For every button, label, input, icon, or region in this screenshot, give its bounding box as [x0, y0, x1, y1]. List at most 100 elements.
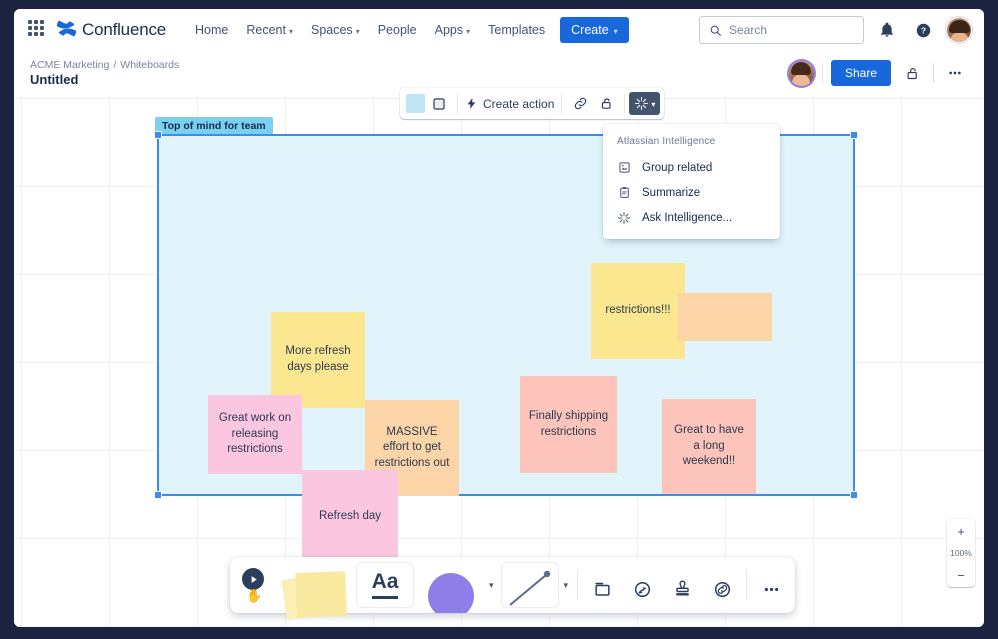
- resize-handle-bottom-left[interactable]: [154, 491, 162, 499]
- link-tool[interactable]: [702, 557, 742, 613]
- sticky-note[interactable]: [678, 293, 772, 341]
- confluence-logo[interactable]: Confluence: [57, 19, 166, 42]
- divider: [624, 94, 625, 114]
- square-shape-icon[interactable]: [427, 92, 451, 115]
- nav-link-templates[interactable]: Templates: [479, 17, 554, 43]
- group-related-icon: [617, 161, 631, 174]
- unlock-icon[interactable]: [594, 92, 618, 115]
- nav-link-apps[interactable]: Apps ▾: [426, 17, 480, 43]
- line-tool[interactable]: [501, 562, 559, 608]
- breadcrumb-separator: /: [113, 59, 116, 71]
- sticky-note-front-icon: [295, 571, 347, 618]
- browser-window: Confluence Home Recent ▾ Spaces ▾ People…: [14, 9, 984, 627]
- chevron-down-icon: ▾: [466, 27, 470, 36]
- sticky-note-text: Great to have a long weekend!!: [670, 423, 748, 470]
- search-icon: [709, 24, 722, 37]
- breadcrumb-section[interactable]: Whiteboards: [120, 59, 179, 71]
- nav-link-recent[interactable]: Recent ▾: [237, 17, 302, 43]
- sticky-note[interactable]: Great to have a long weekend!!: [662, 399, 756, 494]
- nav-link-spaces[interactable]: Spaces ▾: [302, 17, 369, 43]
- menu-item-summarize[interactable]: Summarize: [603, 180, 780, 205]
- nav-label: People: [378, 23, 417, 37]
- question-circle-icon[interactable]: ?: [910, 17, 936, 43]
- atlassian-intelligence-menu: Atlassian Intelligence Group related: [603, 124, 780, 239]
- resize-handle-top-left[interactable]: [154, 131, 162, 139]
- select-hand-tool[interactable]: ✋: [234, 557, 280, 613]
- zoom-in-button[interactable]: +: [947, 519, 975, 543]
- create-label: Create: [571, 23, 609, 37]
- nav-label: Templates: [488, 23, 545, 37]
- chevron-down-icon: ▾: [289, 27, 293, 36]
- line-tool-chevron-down-icon[interactable]: ▾: [559, 580, 574, 591]
- sticky-note[interactable]: Great work on releasing restrictions: [208, 395, 302, 474]
- shape-tool-chevron-down-icon[interactable]: ▾: [484, 580, 499, 591]
- selection-context-toolbar: Create action: [400, 88, 664, 119]
- search-placeholder: Search: [729, 23, 767, 37]
- nav-label: Recent: [246, 23, 286, 37]
- link-circle-icon: [702, 565, 742, 613]
- breadcrumb-space[interactable]: ACME Marketing: [30, 59, 109, 71]
- user-avatar[interactable]: [946, 17, 972, 43]
- atlassian-intelligence-button[interactable]: ▾: [629, 92, 660, 115]
- unlock-icon[interactable]: [899, 60, 925, 86]
- divider: [822, 63, 823, 83]
- more-tools-button[interactable]: [751, 557, 791, 613]
- chevron-down-icon: ▾: [651, 100, 655, 109]
- create-action-label: Create action: [483, 97, 554, 111]
- nav-link-people[interactable]: People: [369, 17, 426, 43]
- nav-link-home[interactable]: Home: [186, 17, 237, 43]
- breadcrumb: ACME Marketing / Whiteboards Untitled: [30, 59, 179, 87]
- grid-apps-icon[interactable]: [28, 20, 48, 40]
- menu-item-label: Group related: [642, 162, 712, 174]
- sparkle-icon: [617, 211, 631, 225]
- page-title[interactable]: Untitled: [30, 72, 179, 87]
- menu-item-group-related[interactable]: Group related: [603, 155, 780, 180]
- whiteboard-canvas[interactable]: Top of mind for team More refresh days p…: [14, 95, 984, 627]
- stamp-icon: [662, 565, 702, 613]
- nav-label: Apps: [435, 23, 464, 37]
- stamp-tool[interactable]: [662, 557, 702, 613]
- sticker-tool[interactable]: [622, 557, 662, 613]
- sticky-note[interactable]: More refresh days please: [271, 312, 365, 408]
- share-button[interactable]: Share: [831, 60, 891, 86]
- text-tool[interactable]: Aa: [356, 562, 414, 608]
- menu-heading: Atlassian Intelligence: [603, 132, 780, 155]
- sticky-note-text: MASSIVE effort to get restrictions out: [373, 425, 451, 472]
- svg-text:?: ?: [920, 25, 925, 35]
- divider: [577, 570, 578, 600]
- global-navigation: Confluence Home Recent ▾ Spaces ▾ People…: [14, 9, 984, 51]
- style-group: [400, 88, 457, 119]
- sticky-note[interactable]: restrictions!!!: [591, 263, 685, 359]
- sticky-note-text: Refresh day: [319, 509, 381, 525]
- collaborator-avatar[interactable]: [789, 61, 814, 86]
- cursor-play-icon: [242, 568, 264, 590]
- sticky-note[interactable]: Finally shipping restrictions: [520, 376, 617, 473]
- shape-tool[interactable]: [416, 557, 484, 613]
- sticky-note-text: Finally shipping restrictions: [528, 409, 609, 440]
- divider: [933, 63, 934, 83]
- sticky-note[interactable]: Refresh day: [302, 470, 398, 564]
- confluence-mark-icon: [57, 19, 76, 42]
- link-icon[interactable]: [568, 92, 592, 115]
- sticky-note-tool[interactable]: [280, 557, 354, 613]
- search-input[interactable]: Search: [699, 16, 864, 44]
- resize-handle-top-right[interactable]: [850, 131, 858, 139]
- zoom-level: 100%: [947, 543, 975, 563]
- atlassian-intelligence-sparkle-icon: [634, 96, 649, 111]
- section-tool[interactable]: [582, 557, 622, 613]
- create-button[interactable]: Create ▾: [560, 17, 629, 43]
- resize-handle-bottom-right[interactable]: [850, 491, 858, 499]
- whiteboard-tool-palette: ✋ Aa ▾ ▾: [230, 557, 795, 613]
- global-nav-actions: Search ?: [699, 16, 972, 44]
- menu-item-ask-intelligence[interactable]: Ask Intelligence...: [603, 205, 780, 231]
- zoom-out-button[interactable]: −: [947, 563, 975, 587]
- chevron-down-icon: ▾: [614, 27, 618, 36]
- menu-item-label: Summarize: [642, 187, 700, 199]
- lightning-bolt-icon: [465, 97, 478, 110]
- more-horizontal-icon[interactable]: [942, 60, 968, 86]
- fill-color-swatch[interactable]: [406, 94, 425, 113]
- hand-icon: ✋: [246, 588, 262, 604]
- bell-icon[interactable]: [874, 17, 900, 43]
- create-action-button[interactable]: Create action: [458, 93, 561, 115]
- shape-circle-icon: [428, 573, 474, 613]
